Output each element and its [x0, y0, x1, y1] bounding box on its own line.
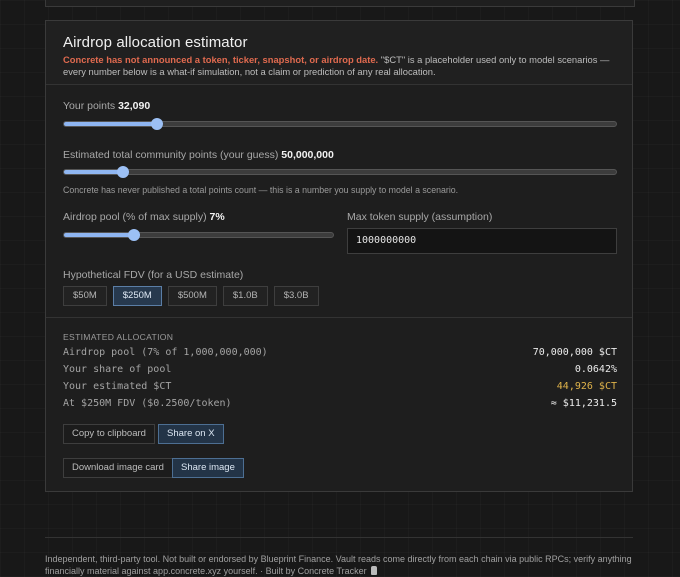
share-image-button[interactable]: Share image	[172, 458, 244, 478]
footer-text: Independent, third-party tool. Not built…	[45, 554, 632, 576]
allocation-row-usd: At $250M FDV ($0.2500/token) ≈ $11,231.5	[63, 398, 617, 409]
previous-card	[45, 0, 635, 7]
estimator-card: Airdrop allocation estimator Concrete ha…	[45, 20, 633, 492]
allocation-row-pool: Airdrop pool (7% of 1,000,000,000) 70,00…	[63, 347, 617, 358]
fdv-label: Hypothetical FDV (for a USD estimate)	[63, 269, 244, 281]
copy-to-clipboard-button[interactable]: Copy to clipboard	[63, 424, 155, 444]
points-value: 32,090	[118, 100, 151, 112]
points-slider-thumb[interactable]	[150, 118, 163, 130]
disclaimer-warning: Concrete has not announced a token, tick…	[63, 54, 379, 65]
pool-value: 7%	[209, 211, 225, 223]
points-slider-fill	[64, 122, 157, 126]
supply-label: Max token supply (assumption)	[347, 211, 493, 223]
estimated-ct-value: 44,926 $CT	[556, 381, 617, 392]
fdv-option-1b[interactable]: $1.0B	[222, 286, 268, 306]
divider	[46, 317, 632, 318]
community-points-label: Estimated total community points (your g…	[63, 149, 334, 161]
allocation-section-title: ESTIMATED ALLOCATION	[63, 332, 174, 342]
bottle-icon	[371, 566, 378, 575]
fdv-option-3b[interactable]: $3.0B	[273, 286, 319, 306]
allocation-row-share: Your share of pool 0.0642%	[63, 364, 617, 375]
community-points-value: 50,000,000	[281, 149, 334, 161]
points-slider[interactable]	[63, 118, 617, 130]
pool-slider-fill	[64, 233, 134, 237]
share-on-x-button[interactable]: Share on X	[158, 424, 224, 444]
fdv-option-50m[interactable]: $50M	[63, 286, 107, 306]
fdv-option-250m[interactable]: $250M	[112, 286, 162, 306]
footer: Independent, third-party tool. Not built…	[45, 553, 633, 577]
supply-input[interactable]: 1000000000	[347, 228, 617, 254]
download-image-card-button[interactable]: Download image card	[63, 458, 173, 478]
card-title: Airdrop allocation estimator	[63, 34, 248, 51]
fdv-options: $50M $250M $500M $1.0B $3.0B	[63, 286, 319, 306]
disclaimer: Concrete has not announced a token, tick…	[63, 54, 615, 78]
community-slider-thumb[interactable]	[117, 166, 130, 178]
points-label: Your points 32,090	[63, 100, 151, 112]
allocation-row-estimated: Your estimated $CT 44,926 $CT	[63, 381, 617, 392]
pool-slider[interactable]	[63, 229, 334, 241]
fdv-option-500m[interactable]: $500M	[167, 286, 217, 306]
community-slider-fill	[64, 170, 124, 174]
pool-slider-thumb[interactable]	[127, 229, 140, 241]
pool-label: Airdrop pool (% of max supply) 7%	[63, 211, 225, 223]
community-points-slider[interactable]	[63, 166, 617, 178]
community-note: Concrete has never published a total poi…	[63, 185, 459, 195]
card-header: Airdrop allocation estimator Concrete ha…	[46, 21, 632, 85]
footer-divider	[45, 537, 633, 538]
